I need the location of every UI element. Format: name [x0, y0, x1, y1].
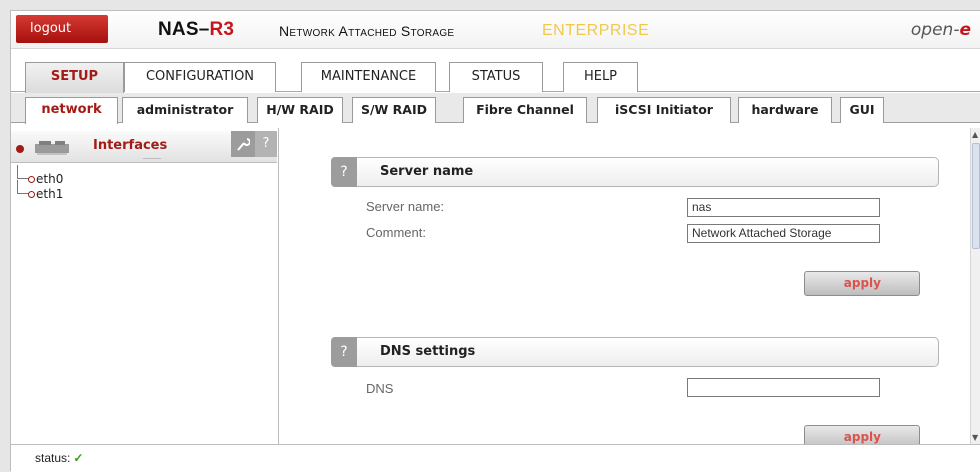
- brand-suffix: R3: [209, 19, 235, 40]
- tree-node-icon: [28, 191, 35, 198]
- logo-text: open-: [910, 20, 960, 40]
- scroll-up-icon[interactable]: ▲: [972, 130, 978, 139]
- main-tab-bar: SETUP CONFIGURATION MAINTENANCE STATUS H…: [11, 49, 980, 93]
- product-edition: ENTERPRISE: [542, 22, 650, 39]
- subtab-network[interactable]: network: [25, 97, 118, 124]
- logout-button[interactable]: logout: [16, 15, 108, 43]
- server-name-apply-button[interactable]: apply: [804, 271, 920, 296]
- dns-help-button[interactable]: ?: [331, 337, 357, 367]
- settings-content: ? Server name Server name: nas Comment: …: [280, 128, 970, 444]
- dns-label: DNS: [366, 381, 394, 396]
- content-scrollbar[interactable]: ▲ ▼: [970, 128, 980, 444]
- collapse-handle[interactable]: [143, 158, 161, 163]
- tab-status[interactable]: STATUS: [449, 62, 543, 92]
- interfaces-header: Interfaces ?: [11, 131, 277, 163]
- interfaces-help-button[interactable]: ?: [255, 131, 277, 157]
- dns-section-header: ? DNS settings: [331, 337, 939, 367]
- network-card-icon: [35, 141, 69, 155]
- tree-root-dot-icon: [16, 145, 24, 153]
- comment-label: Comment:: [366, 225, 426, 240]
- subtab-administrator[interactable]: administrator: [122, 97, 248, 123]
- server-name-section-header: ? Server name: [331, 157, 939, 187]
- server-name-input[interactable]: nas: [687, 198, 880, 217]
- interfaces-tree: eth0 eth1: [17, 165, 64, 202]
- header-bar: logout NAS–R3 Network Attached Storage E…: [11, 11, 980, 49]
- dns-input[interactable]: [687, 378, 880, 397]
- tree-line-icon: [17, 165, 29, 179]
- subtab-hardware[interactable]: hardware: [738, 97, 832, 123]
- check-icon: ✓: [73, 451, 84, 465]
- brand-prefix: NAS–: [158, 19, 210, 40]
- tab-help[interactable]: HELP: [563, 62, 638, 92]
- app-window: logout NAS–R3 Network Attached Storage E…: [10, 10, 980, 472]
- wrench-icon[interactable]: [231, 131, 255, 157]
- interfaces-title[interactable]: Interfaces: [93, 138, 167, 153]
- logo-e: e: [959, 20, 971, 40]
- tab-setup[interactable]: SETUP: [25, 62, 124, 93]
- server-name-label: Server name:: [366, 199, 445, 214]
- tree-item-label: eth1: [36, 187, 64, 201]
- sub-tab-bar: network administrator H/W RAID S/W RAID …: [11, 93, 980, 124]
- tree-item-eth1[interactable]: eth1: [17, 180, 64, 202]
- dns-title: DNS settings: [380, 344, 476, 359]
- dns-apply-button[interactable]: apply: [804, 425, 920, 444]
- interfaces-panel: Interfaces ? eth0 eth1: [11, 128, 279, 444]
- scroll-thumb[interactable]: [972, 143, 980, 249]
- tab-maintenance[interactable]: MAINTENANCE: [301, 62, 436, 92]
- product-subtitle: Network Attached Storage: [279, 23, 455, 39]
- tree-line-icon: [17, 180, 29, 194]
- server-name-title: Server name: [380, 164, 474, 179]
- status-label: status:: [35, 451, 71, 465]
- open-e-logo: open-e: [911, 20, 971, 40]
- subtab-iscsi-initiator[interactable]: iSCSI Initiator: [597, 97, 731, 123]
- comment-input[interactable]: Network Attached Storage: [687, 224, 880, 243]
- product-brand: NAS–R3: [158, 19, 234, 41]
- tree-item-label: eth0: [36, 172, 64, 186]
- subtab-sw-raid[interactable]: S/W RAID: [352, 97, 436, 123]
- status-indicator: status: ✓: [35, 451, 83, 465]
- tab-configuration[interactable]: CONFIGURATION: [124, 62, 276, 92]
- subtab-hw-raid[interactable]: H/W RAID: [257, 97, 343, 123]
- subtab-gui[interactable]: GUI: [840, 97, 884, 123]
- tree-node-icon: [28, 176, 35, 183]
- scroll-down-icon[interactable]: ▼: [972, 433, 978, 442]
- status-bar: status: ✓: [11, 444, 980, 472]
- subtab-fibre-channel[interactable]: Fibre Channel: [463, 97, 587, 123]
- server-name-help-button[interactable]: ?: [331, 157, 357, 187]
